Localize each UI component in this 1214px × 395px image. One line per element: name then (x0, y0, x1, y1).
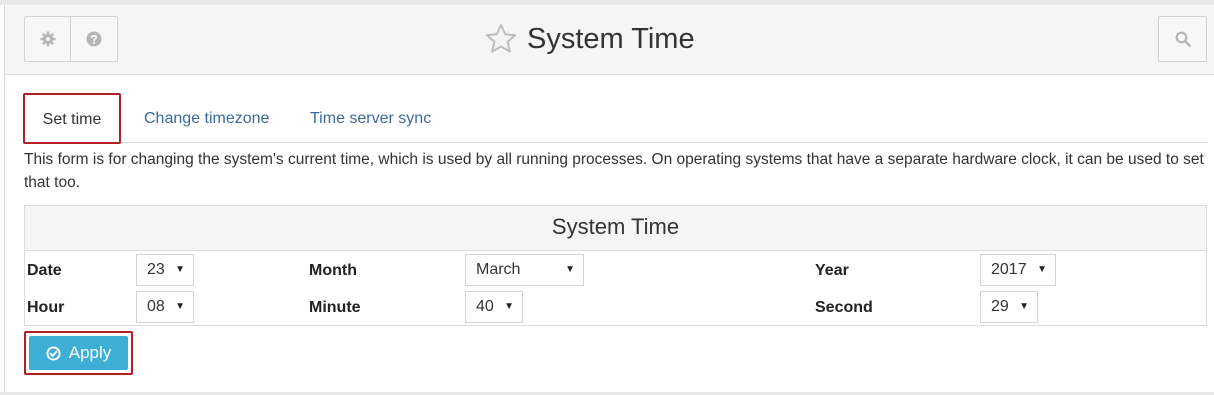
chevron-down-icon: ▼ (175, 301, 185, 312)
page-header: System Time (5, 5, 1214, 75)
date-value: 23 (147, 261, 165, 278)
minute-select[interactable]: 40 ▼ (465, 291, 523, 323)
search-icon (1175, 31, 1191, 47)
page-title-wrap: System Time (485, 21, 695, 57)
date-select[interactable]: 23 ▼ (136, 254, 194, 286)
system-time-panel: System Time Date 23 ▼ Month March ▼ Year… (24, 205, 1207, 326)
second-value: 29 (991, 298, 1009, 315)
panel-title: System Time (25, 206, 1206, 251)
chevron-down-icon: ▼ (1037, 264, 1047, 275)
chevron-down-icon: ▼ (565, 264, 575, 275)
month-label: Month (309, 262, 357, 279)
year-label: Year (815, 262, 849, 279)
question-icon (86, 31, 101, 47)
hour-value: 08 (147, 298, 165, 315)
apply-button[interactable]: Apply (29, 336, 128, 370)
header-button-group (24, 16, 118, 62)
chevron-down-icon: ▼ (504, 301, 514, 312)
second-label: Second (815, 299, 873, 316)
hour-select[interactable]: 08 ▼ (136, 291, 194, 323)
second-select[interactable]: 29 ▼ (980, 291, 1038, 323)
month-select[interactable]: March ▼ (465, 254, 584, 286)
intro-text: This form is for changing the system's c… (24, 151, 1204, 191)
settings-button[interactable] (25, 17, 70, 61)
apply-label: Apply (68, 343, 112, 362)
year-select[interactable]: 2017 ▼ (980, 254, 1056, 286)
tab-time-server-sync[interactable]: Time server sync (310, 93, 431, 142)
minute-label: Minute (309, 299, 361, 316)
minute-value: 40 (476, 298, 494, 315)
tab-change-timezone[interactable]: Change timezone (144, 93, 269, 142)
tab-set-time[interactable]: Set time (23, 93, 121, 144)
search-button[interactable] (1158, 16, 1207, 62)
star-icon[interactable] (485, 23, 517, 55)
date-label: Date (27, 262, 62, 279)
month-value: March (476, 261, 521, 278)
gear-icon (40, 31, 55, 47)
check-circle-icon (46, 345, 61, 361)
chevron-down-icon: ▼ (175, 264, 185, 275)
apply-highlight: Apply (24, 331, 133, 375)
tab-bar: Set time Change timezone Time server syn… (23, 93, 1208, 144)
chevron-down-icon: ▼ (1019, 301, 1029, 312)
hour-label: Hour (27, 299, 65, 316)
help-button[interactable] (70, 17, 116, 61)
page-title: System Time (527, 22, 695, 55)
year-value: 2017 (991, 261, 1027, 278)
